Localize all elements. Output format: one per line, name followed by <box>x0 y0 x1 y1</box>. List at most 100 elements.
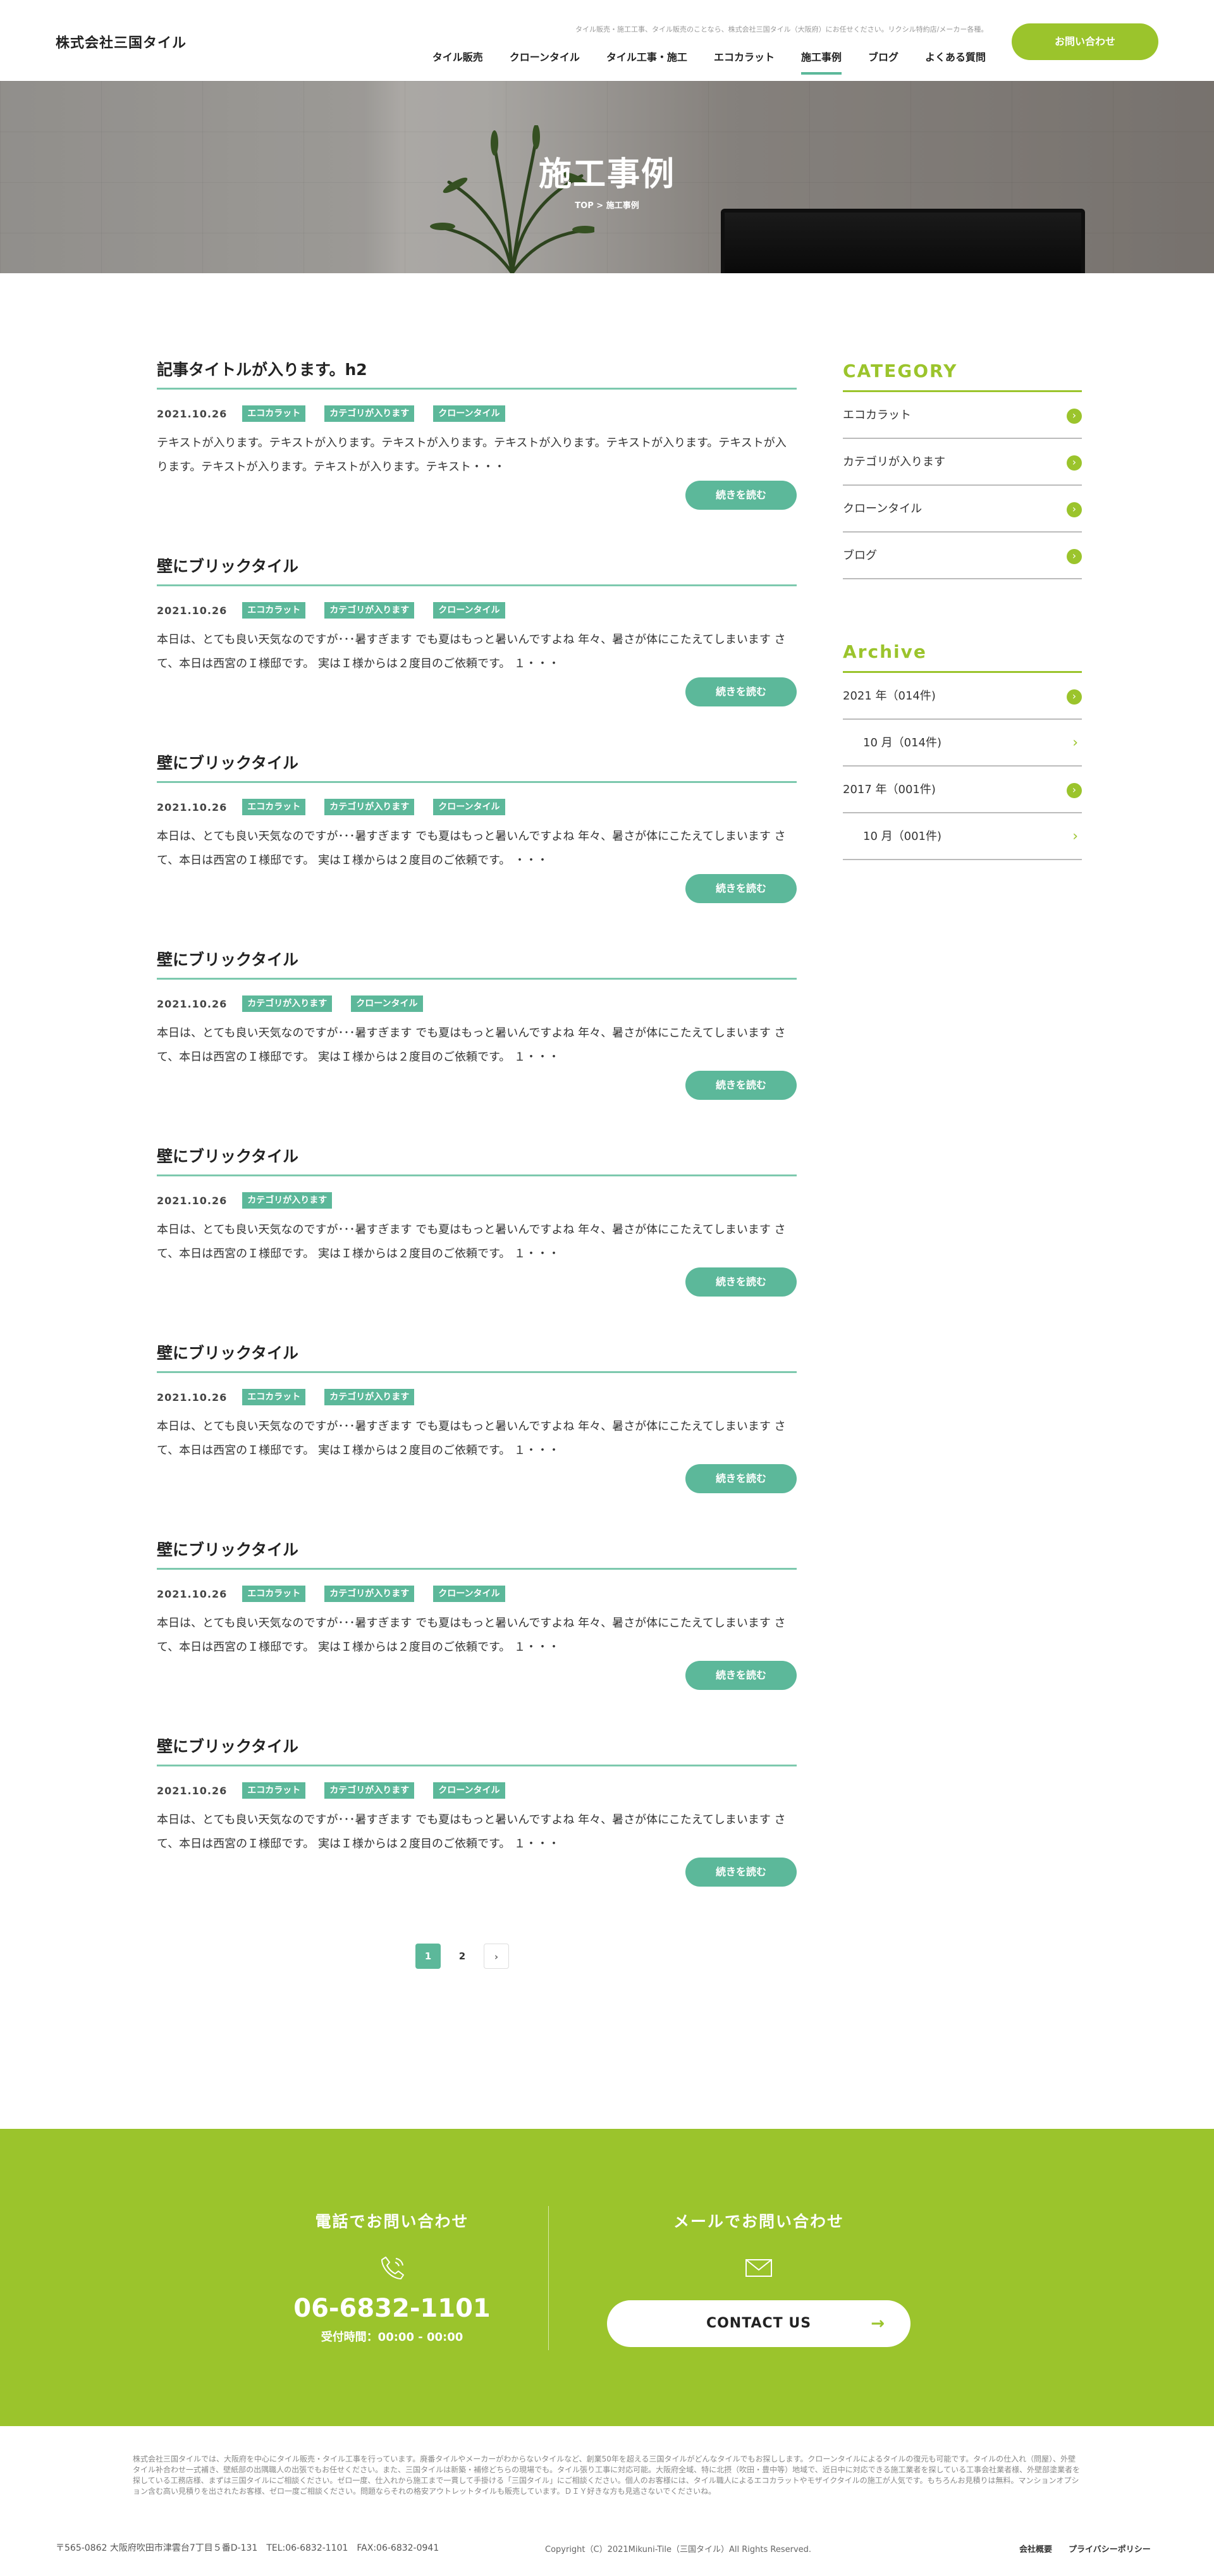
post-tag[interactable]: カテゴリが入ります <box>324 799 415 815</box>
nav-item-blog[interactable]: ブログ <box>855 51 912 76</box>
post-excerpt: 本日は、とても良い天気なのですが･･･暑すぎます でも夏はもっと暑いんですよね … <box>157 830 786 867</box>
post-date: 2021.10.26 <box>157 604 228 617</box>
post-item: 壁にブリックタイル 2021.10.26 エコカラット カテゴリが入ります クロ… <box>157 551 797 748</box>
phone-contact: 電話でお問い合わせ 06-6832-1101 受付時間：00:00 - 00:0… <box>278 2129 506 2345</box>
site-footer: 株式会社三国タイルでは、大阪府を中心にタイル販売・タイル工事を行っています。廃番… <box>0 2426 1214 2576</box>
archive-item-2021-10[interactable]: 10 月（014件) › <box>843 720 1082 767</box>
business-hours: 受付時間：00:00 - 00:00 <box>321 2331 463 2344</box>
page-title: 施工事例 <box>538 156 675 194</box>
contact-us-button[interactable]: CONTACT US → <box>607 2300 910 2347</box>
site-header: 株式会社三国タイル タイル販売・施工工事、タイル販売のことなら、株式会社三国タイ… <box>0 0 1214 81</box>
category-item-blog[interactable]: ブログ › <box>843 533 1082 579</box>
post-tag[interactable]: クローンタイル <box>433 405 505 422</box>
post-item: 壁にブリックタイル 2021.10.26 カテゴリが入ります クローンタイル 本… <box>157 944 797 1141</box>
post-tag[interactable]: エコカラット <box>242 405 306 422</box>
main-nav: タイル販売 クローンタイル タイル工事・施工 エコカラット 施工事例 ブログ よ… <box>405 51 999 76</box>
contact-header-button[interactable]: お問い合わせ <box>1012 23 1158 60</box>
next-page-icon[interactable]: › <box>484 1944 509 1969</box>
post-excerpt: テキストが入ります。テキストが入ります。テキストが入ります。テキストが入ります。… <box>157 436 787 474</box>
post-tag[interactable]: エコカラット <box>242 1782 306 1799</box>
read-more-button[interactable]: 続きを読む <box>685 677 797 706</box>
post-date: 2021.10.26 <box>157 407 228 420</box>
archive-item-2017-10[interactable]: 10 月（001件) › <box>843 813 1082 860</box>
category-item-ecocarat[interactable]: エコカラット › <box>843 392 1082 439</box>
chevron-right-icon: › <box>1072 735 1078 751</box>
read-more-button[interactable]: 続きを読む <box>685 1661 797 1690</box>
header-tagline: タイル販売・施工工事、タイル販売のことなら、株式会社三国タイル（大阪府）にお任せ… <box>575 25 986 34</box>
post-tag[interactable]: カテゴリが入ります <box>242 995 333 1012</box>
mail-contact: メールでお問い合わせ CONTACT US → <box>607 2129 910 2347</box>
post-title[interactable]: 壁にブリックタイル <box>157 551 797 586</box>
nav-item-faq[interactable]: よくある質問 <box>912 51 999 76</box>
post-tag[interactable]: エコカラット <box>242 1389 306 1405</box>
post-title[interactable]: 壁にブリックタイル <box>157 1141 797 1176</box>
post-tag[interactable]: エコカラット <box>242 602 306 619</box>
post-tag[interactable]: カテゴリが入ります <box>324 1586 415 1602</box>
post-tag[interactable]: クローンタイル <box>433 1586 505 1602</box>
category-heading: CATEGORY <box>843 361 1082 392</box>
read-more-button[interactable]: 続きを読む <box>685 1267 797 1297</box>
post-title[interactable]: 記事タイトルが入ります。h2 <box>157 354 797 390</box>
post-tag[interactable]: カテゴリが入ります <box>242 1192 333 1209</box>
post-item: 壁にブリックタイル 2021.10.26 エコカラット カテゴリが入ります 本日… <box>157 1338 797 1534</box>
post-tag[interactable]: クローンタイル <box>351 995 423 1012</box>
post-title[interactable]: 壁にブリックタイル <box>157 748 797 783</box>
read-more-button[interactable]: 続きを読む <box>685 481 797 510</box>
category-item-category[interactable]: カテゴリが入ります › <box>843 439 1082 486</box>
footer-address: 〒565-0862 大阪府吹田市津雲台7丁目５番D-131 TEL:06-683… <box>56 2543 439 2553</box>
post-date: 2021.10.26 <box>157 1194 228 1207</box>
post-title[interactable]: 壁にブリックタイル <box>157 1534 797 1570</box>
chevron-right-icon: › <box>1067 502 1082 517</box>
breadcrumb[interactable]: TOP > 施工事例 <box>0 199 1214 211</box>
mail-icon <box>745 2259 772 2277</box>
post-tag[interactable]: カテゴリが入ります <box>324 405 415 422</box>
divider <box>548 2206 549 2350</box>
post-tag[interactable]: カテゴリが入ります <box>324 602 415 619</box>
footer-link-privacy[interactable]: プライバシーポリシー <box>1069 2542 1151 2554</box>
nav-item-tile-sales[interactable]: タイル販売 <box>419 51 496 76</box>
nav-item-clone-tile[interactable]: クローンタイル <box>496 51 593 76</box>
sidebar: CATEGORY エコカラット › カテゴリが入ります › クローンタイル › … <box>843 361 1082 860</box>
footer-link-company[interactable]: 会社概要 <box>1019 2542 1052 2554</box>
post-date: 2021.10.26 <box>157 1784 228 1797</box>
post-tag[interactable]: クローンタイル <box>433 799 505 815</box>
category-item-clone-tile[interactable]: クローンタイル › <box>843 486 1082 533</box>
nav-item-ecocarat[interactable]: エコカラット <box>701 51 788 76</box>
post-tag[interactable]: カテゴリが入ります <box>324 1389 415 1405</box>
archive-item-2017[interactable]: 2017 年（001件) › <box>843 767 1082 813</box>
nav-item-tile-construction[interactable]: タイル工事・施工 <box>593 51 701 76</box>
chevron-right-icon: › <box>1067 455 1082 471</box>
page-2-button[interactable]: 2 <box>450 1944 475 1969</box>
read-more-button[interactable]: 続きを読む <box>685 1858 797 1887</box>
post-title[interactable]: 壁にブリックタイル <box>157 1731 797 1766</box>
hero-banner: 施工事例 TOP > 施工事例 <box>0 81 1214 273</box>
chevron-right-icon: › <box>1067 783 1082 798</box>
post-tag[interactable]: カテゴリが入ります <box>324 1782 415 1799</box>
post-title[interactable]: 壁にブリックタイル <box>157 1338 797 1373</box>
post-tag[interactable]: エコカラット <box>242 1586 306 1602</box>
post-date: 2021.10.26 <box>157 997 228 1010</box>
archive-item-2021[interactable]: 2021 年（014件) › <box>843 673 1082 720</box>
read-more-button[interactable]: 続きを読む <box>685 874 797 903</box>
post-tag[interactable]: クローンタイル <box>433 1782 505 1799</box>
post-tag[interactable]: クローンタイル <box>433 602 505 619</box>
post-excerpt: 本日は、とても良い天気なのですが･･･暑すぎます でも夏はもっと暑いんですよね … <box>157 1026 786 1064</box>
post-item: 記事タイトルが入ります。h2 2021.10.26 エコカラット カテゴリが入り… <box>157 354 797 551</box>
read-more-button[interactable]: 続きを読む <box>685 1071 797 1100</box>
read-more-button[interactable]: 続きを読む <box>685 1464 797 1493</box>
phone-number[interactable]: 06-6832-1101 <box>278 2294 506 2323</box>
post-item: 壁にブリックタイル 2021.10.26 エコカラット カテゴリが入ります クロ… <box>157 1731 797 1928</box>
post-excerpt: 本日は、とても良い天気なのですが･･･暑すぎます でも夏はもっと暑いんですよね … <box>157 1223 786 1260</box>
archive-heading: Archive <box>843 641 1082 673</box>
site-logo[interactable]: 株式会社三国タイル <box>56 32 187 52</box>
nav-item-works[interactable]: 施工事例 <box>788 51 855 76</box>
arrow-right-icon: → <box>871 2314 885 2333</box>
chevron-right-icon: › <box>1067 549 1082 564</box>
footer-links: 会社概要 プライバシーポリシー <box>1019 2542 1151 2554</box>
post-item: 壁にブリックタイル 2021.10.26 カテゴリが入ります 本日は、とても良い… <box>157 1141 797 1338</box>
post-title[interactable]: 壁にブリックタイル <box>157 944 797 980</box>
page-1-button[interactable]: 1 <box>415 1944 441 1969</box>
post-tag[interactable]: エコカラット <box>242 799 306 815</box>
post-date: 2021.10.26 <box>157 801 228 813</box>
post-item: 壁にブリックタイル 2021.10.26 エコカラット カテゴリが入ります クロ… <box>157 748 797 944</box>
